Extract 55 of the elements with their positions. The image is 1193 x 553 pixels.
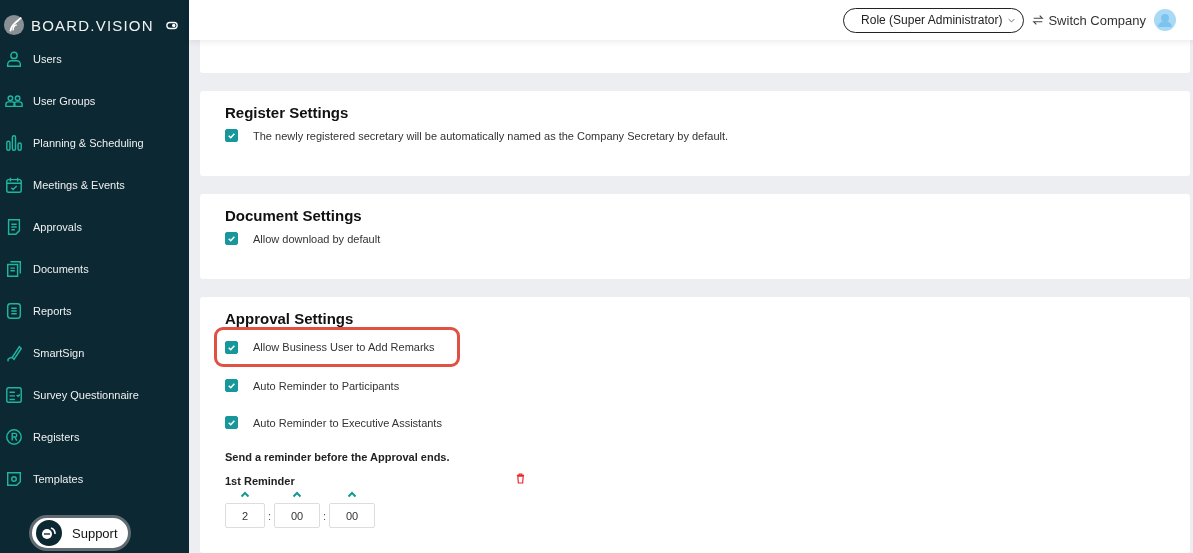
list-icon [5,301,23,320]
sidebar-item[interactable]: Planning & Scheduling [0,120,189,165]
time-separator: : [267,510,273,524]
option-label: Allow download by default [253,232,381,245]
swap-icon [1032,14,1045,26]
option-label: The newly registered secretary will be automatically named as the Company Secretary by default. [253,129,729,142]
chevron-up-icon[interactable] [347,491,358,498]
toggle-icon[interactable] [166,20,178,30]
sidebar-item[interactable]: SmartSign [0,330,189,375]
bars-icon [5,133,23,152]
chevron-up-icon[interactable] [240,491,250,498]
logo-icon [3,14,25,36]
reminder-label: 1st Reminder [225,475,295,487]
section-title: Register Settings [225,104,350,121]
time-separator: : [322,510,328,524]
chat-icon [36,520,62,546]
sidebar-item[interactable]: Reports [0,288,189,333]
time-field[interactable]: 2 [225,503,265,528]
doc-icon [5,217,23,236]
pen-icon [5,343,23,362]
sidebar-item[interactable]: Templates [0,456,189,501]
checkbox[interactable] [225,379,238,392]
checkbox[interactable] [225,340,238,354]
time-field[interactable]: 00 [274,503,321,528]
reminder-heading: Send a reminder before the Approval ends. [225,451,451,463]
delete-icon[interactable] [516,472,525,484]
chevron-down-icon [1008,17,1016,23]
checkbox[interactable] [225,232,238,245]
option-label: Allow Business User to Add Remarks [253,341,435,353]
sidebar-item[interactable]: Registers [0,414,189,459]
option-label: Auto Reminder to Participants [253,379,400,392]
section-title: Document Settings [225,207,363,224]
avatar-icon[interactable] [1154,9,1176,31]
registered-icon [5,427,23,446]
sidebar-item[interactable]: Documents [0,246,189,291]
user-icon [5,49,23,68]
chevron-up-icon[interactable] [292,491,303,498]
calendar-icon [5,175,23,194]
role-dropdown[interactable]: Role (Super Administrator) [843,7,1025,33]
sidebar-item[interactable]: User Groups [0,78,189,123]
checkbox[interactable] [225,129,238,142]
sidebar-item[interactable]: Users [0,36,189,81]
sidebar-item[interactable]: Approvals [0,204,189,249]
sidebar-item[interactable]: Meetings & Events [0,162,189,207]
option-label: Auto Reminder to Executive Assistants [253,416,442,429]
support-button[interactable]: Support [29,515,131,551]
time-field[interactable]: 00 [329,503,376,528]
survey-icon [5,385,23,404]
checkbox[interactable] [225,416,238,429]
brand-name: BOARD.VISION [31,16,154,34]
template-icon [5,469,23,488]
section-title: Approval Settings [225,310,355,327]
sidebar-item[interactable]: Survey Questionnaire [0,372,189,417]
switch-company-link[interactable]: Switch Company [1032,12,1146,28]
docs-icon [5,259,23,278]
